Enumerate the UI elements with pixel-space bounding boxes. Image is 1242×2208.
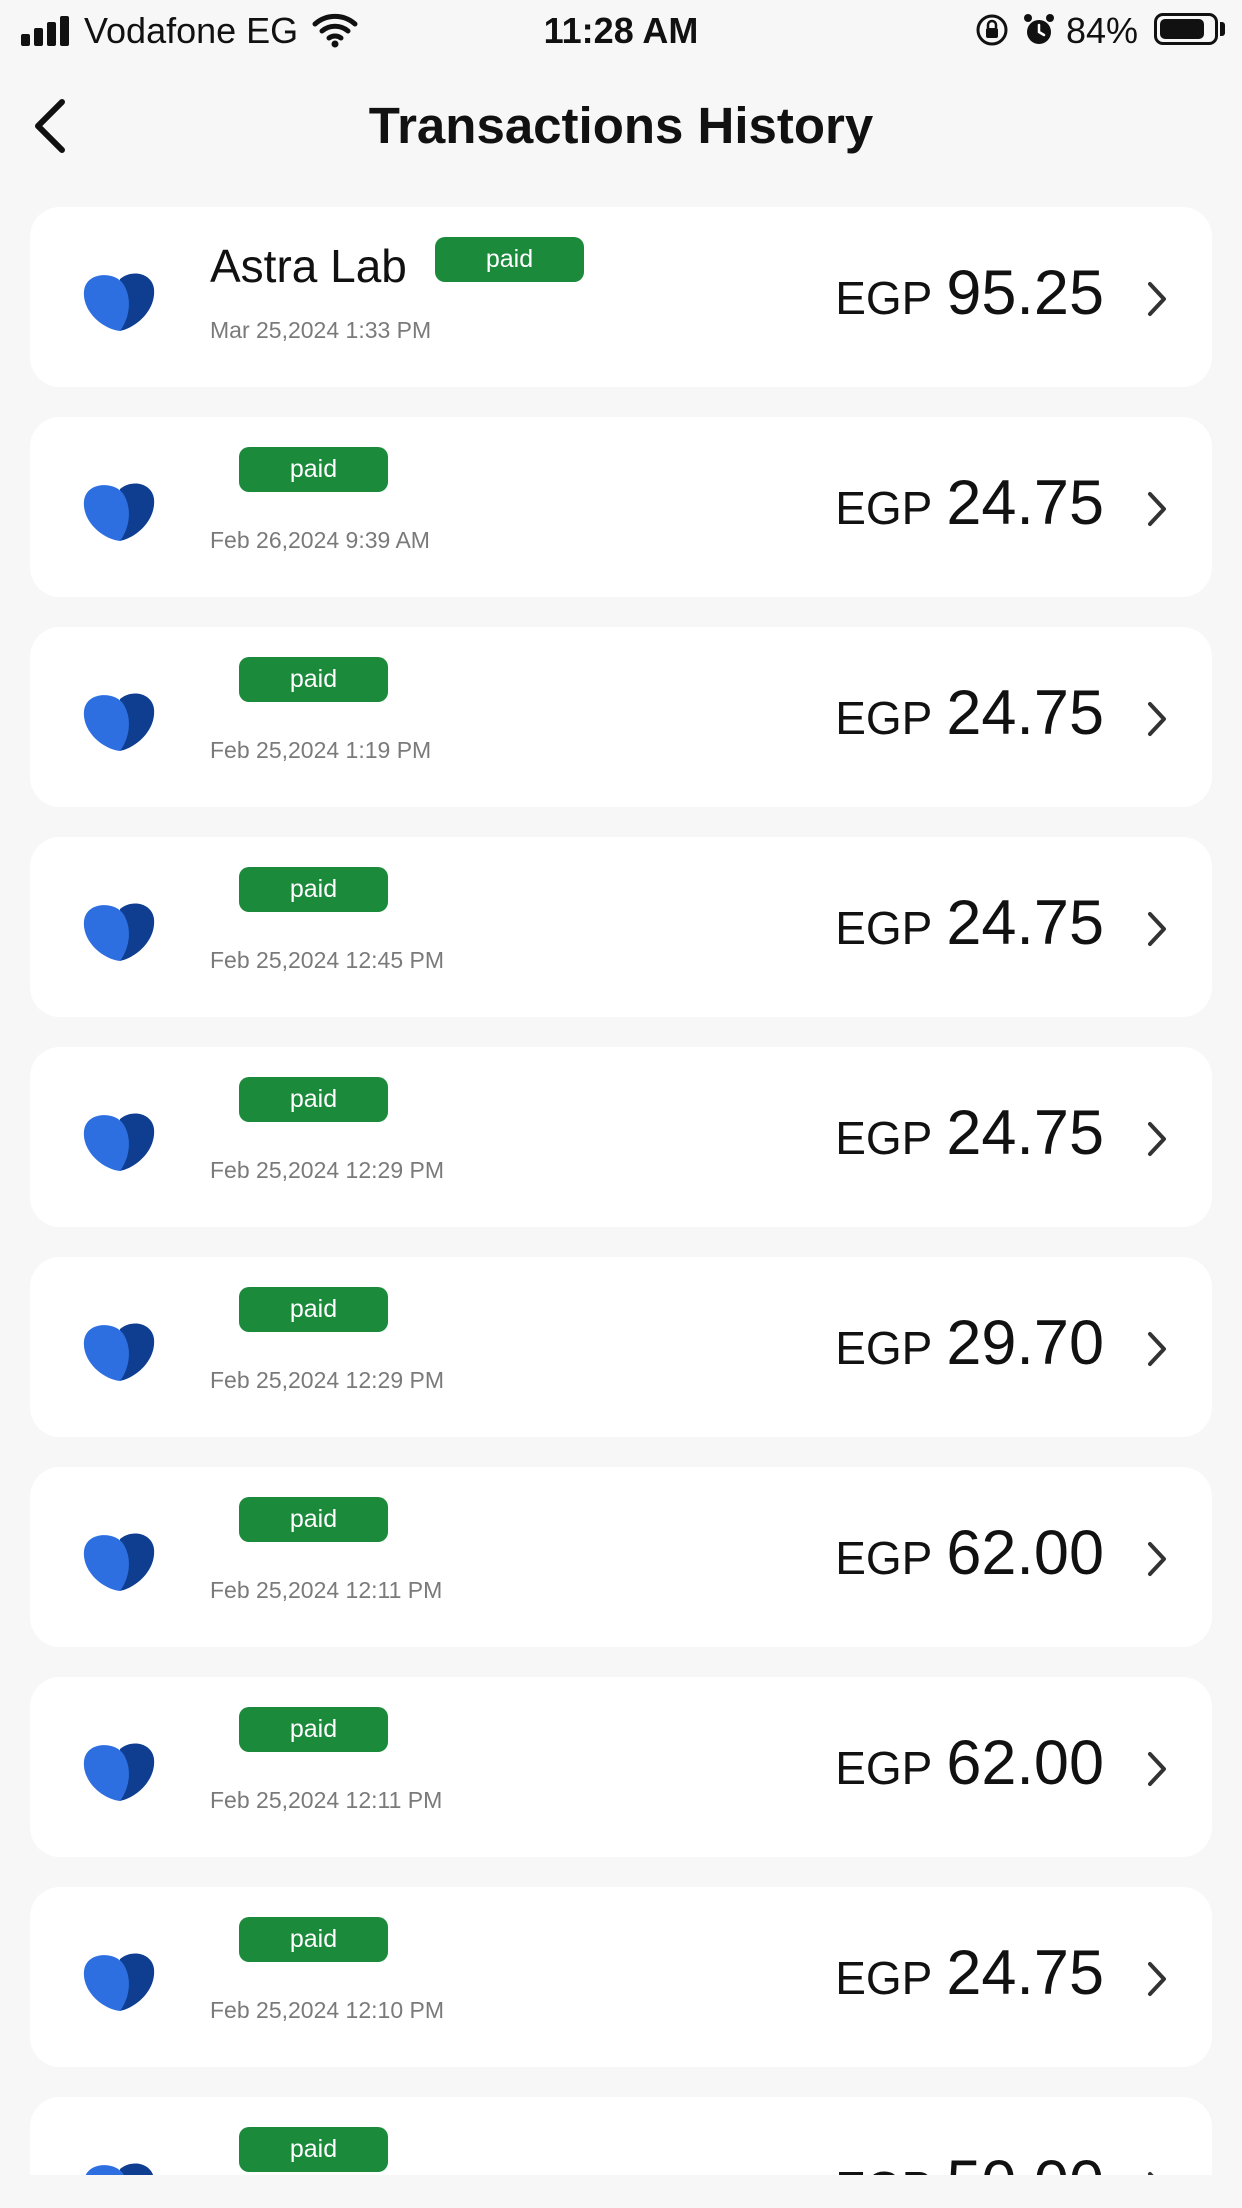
transactions-list[interactable]: Astra Lab paid Mar 25,2024 1:33 PM EGP 95.25… [30, 207, 1212, 2175]
amount-value: 62.00 [946, 1728, 1104, 1798]
transaction-card[interactable]: paid Feb 25,2024 12:29 PM EGP 24.75 [30, 1047, 1212, 1227]
transaction-date: Mar 25,2024 1:33 PM [210, 317, 432, 343]
currency-label: EGP [835, 1742, 933, 1794]
transaction-date: Feb 25,2024 12:29 PM [210, 1367, 444, 1393]
merchant-logo-icon [83, 1323, 155, 1381]
transaction-date: Feb 25,2024 12:29 PM [210, 1157, 444, 1183]
transaction-date: Feb 25,2024 12:45 PM [210, 947, 444, 973]
currency-label: EGP [835, 1322, 933, 1374]
currency-label: EGP [835, 2161, 932, 2175]
chevron-right-icon [1148, 1752, 1166, 1786]
status-badge: paid [239, 867, 388, 912]
currency-label: EGP [835, 272, 933, 324]
battery-percent: 84% [1066, 10, 1139, 51]
chevron-right-icon [1148, 1962, 1166, 1996]
merchant-logo-icon [83, 1743, 155, 1801]
amount-value: 24.75 [946, 1098, 1104, 1168]
transaction-amount: EGP 24.75 [835, 887, 1104, 967]
transaction-date: Feb 25,2024 12:11 PM [210, 1577, 443, 1603]
chevron-right-icon [1148, 282, 1166, 316]
alarm-icon [1024, 14, 1054, 44]
chevron-right-icon [1148, 1332, 1166, 1366]
currency-label: EGP [835, 1112, 933, 1164]
chevron-right-icon [1148, 1542, 1166, 1576]
merchant-logo-icon [85, 2163, 153, 2175]
transaction-date: Feb 26,2024 9:39 AM [210, 527, 430, 553]
amount-value: 24.75 [946, 678, 1104, 748]
amount-value: 50.00 [946, 2147, 1104, 2175]
status-badge: paid [435, 237, 584, 282]
transaction-amount: EGP 24.75 [835, 1937, 1104, 2017]
transaction-card[interactable]: paid Feb 25,2024 1:19 PM EGP 24.75 [30, 627, 1212, 807]
transaction-date: Feb 25,2024 1:19 PM [210, 737, 432, 763]
transaction-amount: EGP 24.75 [835, 677, 1104, 757]
merchant-logo-icon [83, 1533, 155, 1591]
amount-value: 24.75 [946, 888, 1104, 958]
status-bar: Vodafone EG 11:28 AM 84% [0, 0, 1242, 62]
currency-label: EGP [835, 902, 933, 954]
battery-icon [1154, 13, 1218, 45]
merchant-logo-icon [83, 693, 155, 751]
transaction-card[interactable]: paid Feb 25,2024 12:10 PM EGP 24.75 [30, 1887, 1212, 2067]
status-badge: paid [239, 657, 388, 702]
transaction-card[interactable]: paid Feb 25,2024 12:29 PM EGP 29.70 [30, 1257, 1212, 1437]
transaction-card[interactable]: paid Feb 26,2024 9:39 AM EGP 24.75 [30, 417, 1212, 597]
transaction-date: Feb 25,2024 12:10 PM [210, 1997, 444, 2023]
transaction-amount: EGP 62.00 [835, 1727, 1104, 1807]
currency-label: EGP [835, 1952, 933, 2004]
status-badge: paid [239, 447, 388, 492]
status-badge: paid [239, 1077, 388, 1122]
amount-value: 24.75 [946, 468, 1104, 538]
transaction-amount: EGP 24.75 [835, 467, 1104, 547]
merchant-logo-icon [83, 1953, 155, 2011]
chevron-right-icon [1148, 1122, 1166, 1156]
transaction-card[interactable]: paid Feb 25,2024 12:11 PM EGP 62.00 [30, 1677, 1212, 1857]
rotation-lock-icon [976, 14, 1008, 46]
merchant-logo-icon [83, 483, 155, 541]
amount-value: 29.70 [946, 1308, 1104, 1378]
page-title: Transactions History [368, 97, 874, 154]
transaction-amount: EGP 95.25 [835, 257, 1104, 337]
currency-label: EGP [835, 482, 933, 534]
transaction-card[interactable]: paid Feb 25,2024 12:11 PM EGP 62.00 [30, 1467, 1212, 1647]
transaction-card[interactable]: Astra Lab paid Mar 25,2024 1:33 PM EGP 95.25 [30, 207, 1212, 387]
battery-tip [1220, 22, 1225, 36]
merchant-logo-icon [83, 903, 155, 961]
bottom-edge [0, 2175, 1242, 2208]
currency-label: EGP [835, 692, 933, 744]
transaction-amount: EGP 62.00 [835, 1517, 1104, 1597]
transaction-amount: EGP 29.70 [835, 1307, 1104, 1387]
transaction-card[interactable]: paid EGP 50.00 [30, 2097, 1212, 2175]
currency-label: EGP [835, 1532, 933, 1584]
amount-value: 95.25 [946, 258, 1104, 328]
chevron-right-icon [1148, 912, 1166, 946]
status-badge: paid [239, 1287, 388, 1332]
transaction-amount: EGP 24.75 [835, 1097, 1104, 1177]
transaction-date: Feb 25,2024 12:11 PM [210, 1787, 443, 1813]
merchant-logo-icon [83, 1113, 155, 1171]
chevron-right-icon [1148, 492, 1166, 526]
transaction-amount: EGP 50.00 [835, 2147, 1104, 2175]
amount-value: 62.00 [946, 1518, 1104, 1588]
status-badge: paid [239, 2127, 388, 2172]
battery-level [1160, 19, 1204, 39]
status-badge: paid [239, 1707, 388, 1752]
transaction-card[interactable]: paid Feb 25,2024 12:45 PM EGP 24.75 [30, 837, 1212, 1017]
merchant-name: Astra Lab [210, 240, 407, 292]
status-badge: paid [239, 1917, 388, 1962]
amount-value: 24.75 [946, 1938, 1104, 2008]
merchant-logo-icon [83, 273, 155, 331]
status-badge: paid [239, 1497, 388, 1542]
chevron-right-icon [1148, 702, 1166, 736]
